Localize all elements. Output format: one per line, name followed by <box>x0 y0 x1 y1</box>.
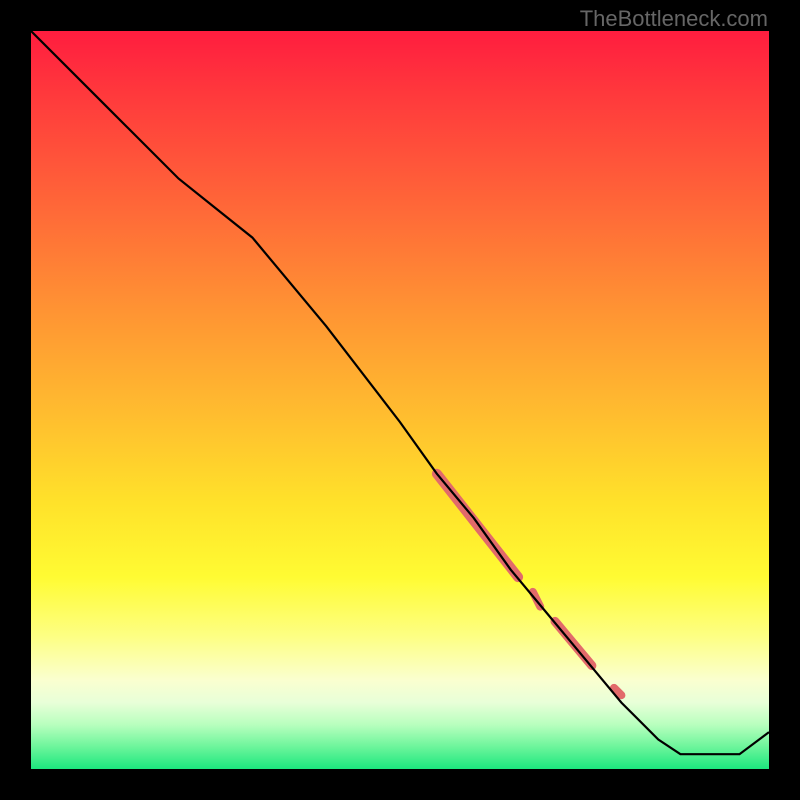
attribution-watermark: TheBottleneck.com <box>580 6 768 32</box>
bottleneck-line <box>31 31 769 754</box>
chart-svg <box>31 31 769 769</box>
chart-frame: TheBottleneck.com <box>0 0 800 800</box>
gradient-plot-area <box>31 31 769 769</box>
